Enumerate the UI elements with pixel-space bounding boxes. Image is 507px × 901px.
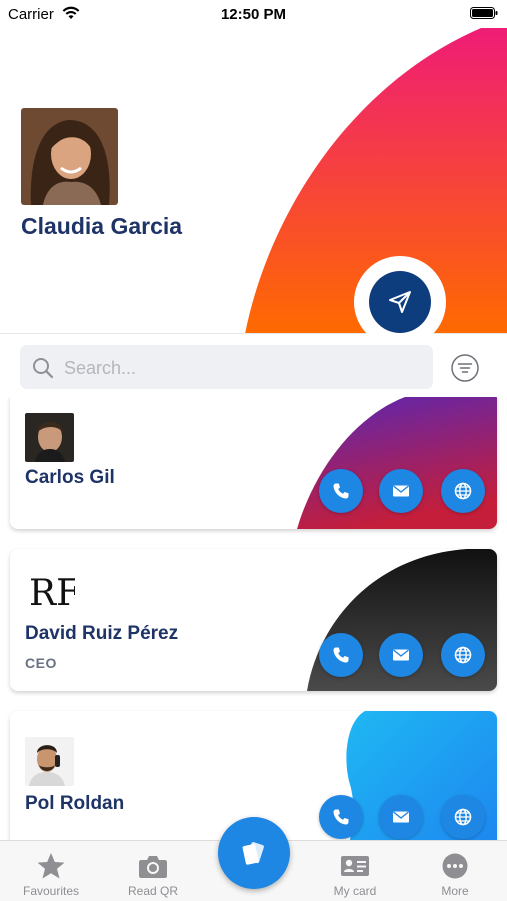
globe-icon: [454, 808, 472, 826]
contact-role: CEO: [25, 655, 57, 671]
tab-read-qr[interactable]: Read QR: [108, 842, 198, 898]
camera-icon: [139, 856, 167, 878]
search-icon: [33, 358, 54, 379]
call-button[interactable]: [319, 633, 363, 677]
contact-avatar: [25, 737, 74, 786]
tab-label: Favourites: [22, 884, 80, 898]
mail-icon: [393, 649, 409, 661]
more-icon: [442, 853, 468, 879]
search-input[interactable]: [64, 354, 424, 382]
globe-icon: [454, 482, 472, 500]
mail-icon: [393, 811, 409, 823]
email-button[interactable]: [379, 469, 423, 513]
tab-favourites[interactable]: Favourites: [6, 842, 96, 898]
website-button[interactable]: [441, 469, 485, 513]
send-icon: [389, 291, 411, 313]
tab-label: Read QR: [127, 884, 179, 898]
contact-name: David Ruiz Pérez: [25, 623, 179, 644]
globe-icon: [454, 646, 472, 664]
status-bar: Carrier 12:50 PM: [0, 0, 507, 28]
share-button[interactable]: [369, 271, 431, 333]
star-icon: [37, 853, 65, 879]
contact-name: Pol Roldan: [25, 793, 125, 814]
phone-icon: [333, 647, 349, 663]
profile-name: Claudia Garcia: [21, 213, 183, 239]
phone-icon: [333, 483, 349, 499]
call-button[interactable]: [319, 469, 363, 513]
contact-card-david-ruiz-perez[interactable]: RF David Ruiz Pérez CEO: [10, 549, 497, 691]
my-cards-button[interactable]: [218, 817, 290, 889]
contacts-list[interactable]: Carlos Gil RF David Ruiz Pérez CEO Pol R…: [0, 397, 507, 840]
contact-name: Carlos Gil: [25, 467, 115, 488]
tab-label: My card: [333, 884, 377, 898]
id-card-icon: [341, 856, 369, 876]
website-button[interactable]: [441, 633, 485, 677]
contact-card-carlos-gil[interactable]: Carlos Gil: [10, 397, 497, 529]
clock: 12:50 PM: [220, 6, 287, 23]
mail-icon: [393, 485, 409, 497]
call-button[interactable]: [319, 795, 363, 839]
company-logo: RF: [25, 565, 81, 615]
contact-avatar: [25, 413, 74, 462]
profile-avatar[interactable]: [21, 108, 118, 205]
filter-icon[interactable]: [450, 353, 480, 383]
website-button[interactable]: [441, 795, 485, 839]
battery-icon: [470, 7, 498, 19]
tab-more[interactable]: More: [410, 842, 500, 898]
svg-text:RF: RF: [29, 573, 75, 614]
email-button[interactable]: [379, 633, 423, 677]
tab-my-card[interactable]: My card: [310, 842, 400, 898]
tab-label: More: [441, 884, 469, 898]
phone-icon: [333, 809, 349, 825]
cards-icon: [242, 842, 264, 865]
email-button[interactable]: [379, 795, 423, 839]
